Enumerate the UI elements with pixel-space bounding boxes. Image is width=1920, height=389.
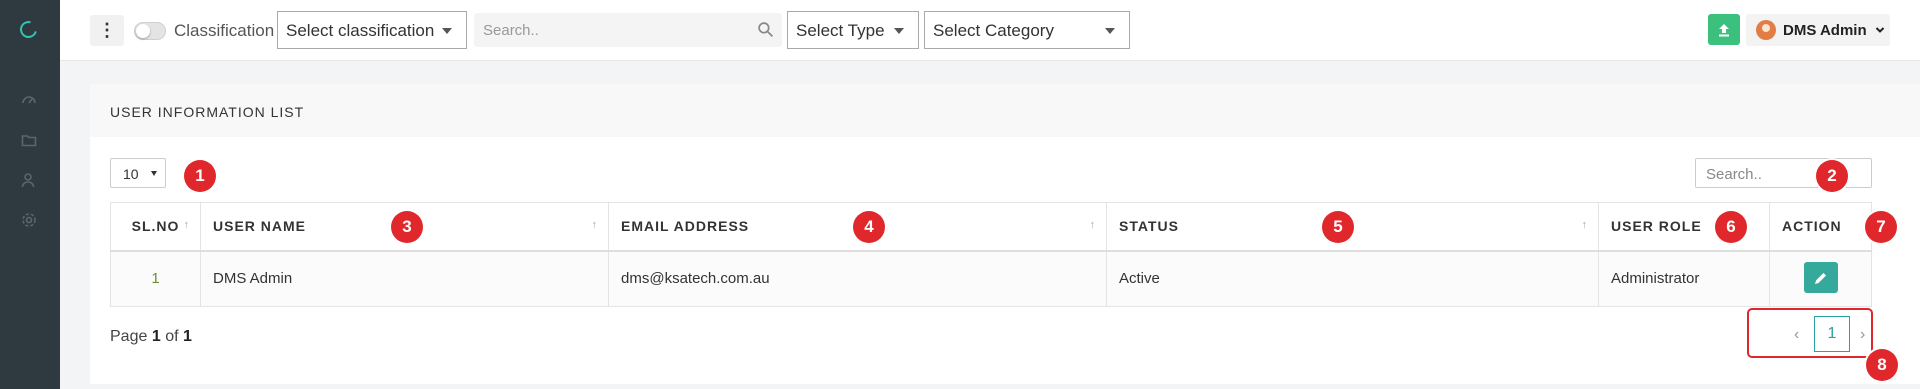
page-info-of: of bbox=[165, 328, 179, 345]
column-label: SL.NO bbox=[131, 218, 180, 235]
user-name: DMS Admin bbox=[1783, 21, 1867, 39]
sort-asc-icon: ↑ bbox=[183, 219, 190, 231]
classification-label: Classification bbox=[174, 21, 275, 40]
user-menu[interactable]: DMS Admin bbox=[1746, 14, 1890, 46]
column-header-sl-no[interactable]: SL.NO ↑ bbox=[110, 202, 201, 252]
sidebar bbox=[0, 0, 60, 389]
pagination-highlight bbox=[1747, 308, 1873, 358]
type-select[interactable]: Select Type bbox=[787, 11, 919, 49]
page-title: USER INFORMATION LIST bbox=[110, 104, 305, 120]
user-table: SL.NO ↑ USER NAME ↑ EMAIL ADDRESS ↑ STATUS ↑… bbox=[110, 202, 1872, 307]
global-search-input[interactable]: Search.. bbox=[474, 13, 782, 47]
cell-action bbox=[1769, 250, 1872, 307]
table-row: 1 DMS Admin dms@ksatech.com.au Active Ad… bbox=[110, 250, 1872, 307]
category-select[interactable]: Select Category bbox=[924, 11, 1130, 49]
column-label: STATUS bbox=[1119, 218, 1179, 235]
sort-icon: ↑ bbox=[1581, 219, 1588, 231]
page-info-current: 1 bbox=[151, 328, 161, 345]
more-options-icon[interactable]: ⋮ bbox=[90, 15, 124, 46]
upload-icon bbox=[1719, 23, 1729, 36]
dashboard-icon[interactable] bbox=[21, 92, 37, 108]
avatar bbox=[1756, 20, 1776, 40]
annotation-badge-2: 2 bbox=[1816, 160, 1848, 192]
chevron-down-icon bbox=[442, 28, 452, 34]
annotation-badge-5: 5 bbox=[1322, 211, 1354, 243]
classification-select-value: Select classification bbox=[286, 21, 435, 40]
users-icon[interactable] bbox=[21, 172, 37, 188]
cell-status: Active bbox=[1106, 250, 1599, 307]
annotation-badge-3: 3 bbox=[391, 211, 423, 243]
cell-email: dms@ksatech.com.au bbox=[608, 250, 1107, 307]
user-list-panel: USER INFORMATION LIST 10 Search.. SL.NO ↑… bbox=[90, 84, 1920, 384]
upload-button[interactable] bbox=[1708, 14, 1740, 45]
edit-button[interactable] bbox=[1804, 262, 1838, 294]
classification-select[interactable]: Select classification bbox=[277, 11, 467, 49]
global-search-placeholder: Search.. bbox=[483, 22, 539, 39]
annotation-badge-4: 4 bbox=[853, 211, 885, 243]
column-label: ACTION bbox=[1782, 218, 1842, 235]
page-info: Page 1 of 1 bbox=[110, 328, 192, 346]
annotation-badge-1: 1 bbox=[184, 160, 216, 192]
page-info-prefix: Page bbox=[110, 328, 148, 345]
cell-user-role: Administrator bbox=[1598, 250, 1770, 307]
chevron-down-icon bbox=[894, 28, 904, 34]
sort-icon: ↑ bbox=[1089, 219, 1096, 231]
column-label: USER NAME bbox=[213, 218, 307, 235]
pencil-icon bbox=[1815, 273, 1826, 285]
settings-icon[interactable] bbox=[21, 212, 37, 228]
table-search-placeholder: Search.. bbox=[1706, 166, 1762, 183]
sort-icon: ↑ bbox=[591, 219, 598, 231]
page-info-total: 1 bbox=[182, 328, 192, 345]
cell-sl-no: 1 bbox=[110, 250, 201, 307]
chevron-down-icon bbox=[1875, 27, 1884, 33]
annotation-badge-7: 7 bbox=[1865, 211, 1897, 243]
column-label: EMAIL ADDRESS bbox=[621, 218, 750, 235]
folder-icon[interactable] bbox=[21, 132, 37, 148]
page-length-select[interactable]: 10 bbox=[110, 158, 166, 188]
search-icon[interactable] bbox=[757, 21, 774, 38]
cell-user-name: DMS Admin bbox=[200, 250, 609, 307]
table-header-row: SL.NO ↑ USER NAME ↑ EMAIL ADDRESS ↑ STATUS ↑… bbox=[110, 202, 1872, 252]
page-length-value: 10 bbox=[123, 166, 139, 182]
annotation-badge-8: 8 bbox=[1866, 349, 1898, 381]
column-label: USER ROLE bbox=[1611, 218, 1702, 235]
panel-header: USER INFORMATION LIST bbox=[90, 84, 1920, 137]
chevron-down-icon bbox=[151, 171, 157, 176]
annotation-badge-6: 6 bbox=[1715, 211, 1747, 243]
classification-toggle[interactable] bbox=[134, 22, 166, 40]
type-select-value: Select Type bbox=[796, 21, 885, 40]
toggle-knob bbox=[136, 24, 150, 38]
chevron-down-icon bbox=[1105, 28, 1115, 34]
logo-icon[interactable] bbox=[16, 17, 41, 42]
category-select-value: Select Category bbox=[933, 21, 1054, 40]
column-header-action: ACTION bbox=[1769, 202, 1872, 252]
top-bar: ⋮ Classification Select classification S… bbox=[60, 0, 1920, 61]
